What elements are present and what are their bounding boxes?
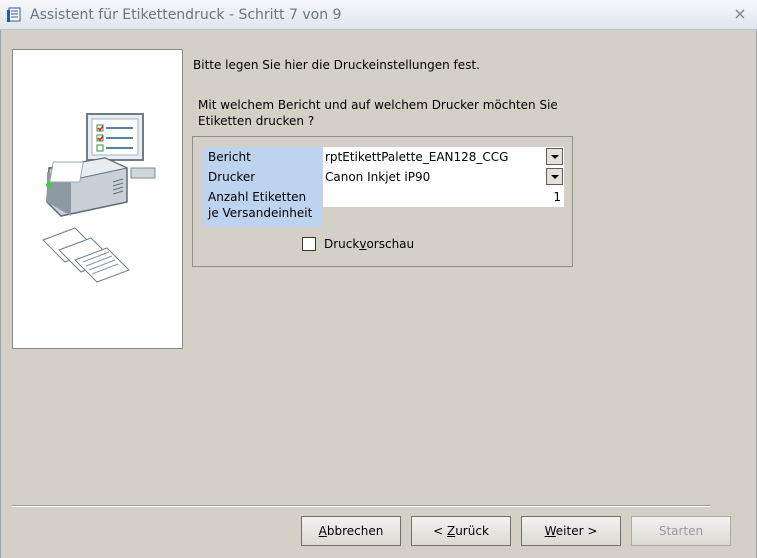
wizard-illustration-panel <box>12 49 183 349</box>
starten-button[interactable]: Starten <box>631 516 731 546</box>
abbrechen-button[interactable]: Abbrechen <box>301 516 401 546</box>
weiter-button[interactable]: Weiter > <box>521 516 621 546</box>
bericht-select[interactable]: rptEtikettPalette_EAN128_CCG <box>323 147 564 167</box>
anzahl-input[interactable]: 1 <box>323 187 564 207</box>
anzahl-label: Anzahl Etiketten je Versandeinheit <box>203 187 322 227</box>
druckvorschau-checkbox[interactable] <box>302 237 316 251</box>
intro-text: Bitte legen Sie hier die Druckeinstellun… <box>193 58 480 72</box>
window-title: Assistent für Etikettendruck - Schritt 7… <box>30 7 342 23</box>
print-settings-group: Bericht rptEtikettPalette_EAN128_CCG Dru… <box>192 136 573 267</box>
title-bar: Assistent für Etikettendruck - Schritt 7… <box>0 0 757 30</box>
chevron-down-icon[interactable] <box>546 168 563 185</box>
anzahl-label-line1: Anzahl Etiketten <box>208 190 307 204</box>
question-text: Mit welchem Bericht und auf welchem Druc… <box>198 98 558 128</box>
bericht-label: Bericht <box>203 147 322 167</box>
drucker-label: Drucker <box>203 167 322 187</box>
bericht-value: rptEtikettPalette_EAN128_CCG <box>325 150 509 164</box>
printer-illustration-icon <box>42 113 156 283</box>
close-icon[interactable]: × <box>731 5 749 23</box>
app-icon <box>7 7 21 22</box>
zurueck-button[interactable]: < Zurück <box>411 516 511 546</box>
chevron-down-icon[interactable] <box>546 148 563 165</box>
button-separator <box>12 505 711 507</box>
druckvorschau-label[interactable]: Druckvorschau <box>324 237 414 252</box>
drucker-select[interactable]: Canon Inkjet iP90 <box>323 167 564 187</box>
anzahl-label-line2: je Versandeinheit <box>208 206 313 220</box>
drucker-value: Canon Inkjet iP90 <box>325 170 431 184</box>
